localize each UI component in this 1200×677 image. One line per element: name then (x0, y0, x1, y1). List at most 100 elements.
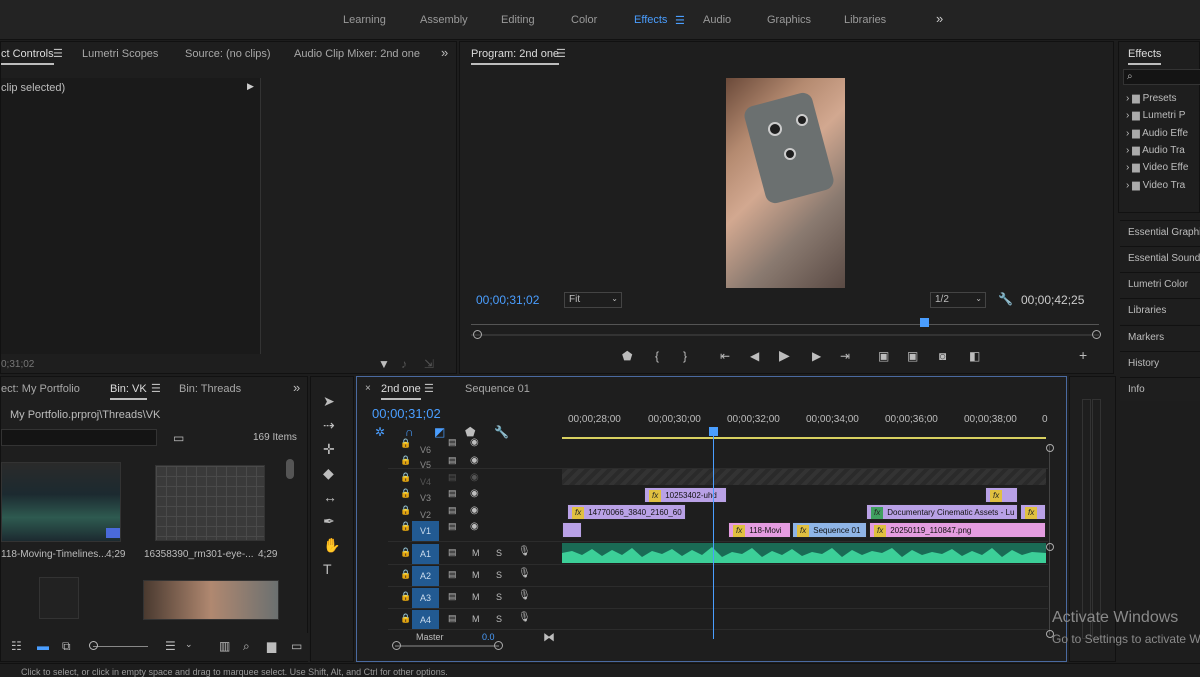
close-icon[interactable]: × (365, 383, 371, 394)
work-area-bar[interactable] (562, 437, 1046, 439)
play-icon[interactable]: ▶ (779, 347, 790, 364)
sync-lock-icon[interactable]: ▤ (448, 488, 457, 499)
solo-button[interactable]: S (496, 570, 502, 580)
filter-icon[interactable]: ▼ (378, 357, 390, 371)
sync-lock-icon[interactable]: ▤ (448, 613, 457, 624)
panel-essential-graphics[interactable]: Essential Graphic (1120, 220, 1200, 246)
lock-icon[interactable]: 🔒 (400, 455, 411, 466)
zoom-handle-right[interactable] (1092, 330, 1101, 339)
playhead-marker[interactable] (920, 318, 929, 327)
mark-in-icon[interactable]: { (655, 349, 659, 363)
resolution-dropdown[interactable]: 1/2 ⌄ (930, 292, 986, 308)
step-back-icon[interactable]: ◀ (750, 349, 759, 363)
panel-libraries[interactable]: Libraries (1120, 298, 1200, 324)
tab-bin-threads[interactable]: Bin: Threads (179, 383, 241, 395)
sync-lock-icon[interactable]: ▤ (448, 547, 457, 558)
solo-button[interactable]: S (496, 548, 502, 558)
list-view-icon[interactable]: ☷ (11, 639, 22, 653)
audio-clip-a1[interactable] (562, 543, 1046, 563)
step-forward-icon[interactable]: ▶ (812, 349, 821, 363)
clip-v1-c[interactable]: fx Sequence 01 (792, 522, 867, 538)
effects-item-video-effects[interactable]: › ▆ Video Effe (1126, 162, 1188, 173)
chevron-down-icon[interactable]: ⌄ (185, 639, 193, 650)
program-monitor-title[interactable]: Program: 2nd one (471, 48, 560, 65)
lock-icon[interactable]: 🔒 (400, 505, 411, 516)
lock-icon[interactable]: 🔒 (400, 569, 411, 580)
panel-essential-sound[interactable]: Essential Sound (1120, 246, 1200, 272)
mark-out-icon[interactable]: } (683, 349, 687, 363)
tab-sequence-01[interactable]: Sequence 01 (465, 383, 530, 395)
automate-icon[interactable]: ▥ (219, 639, 230, 653)
microphone-icon[interactable]: 🎙 (518, 546, 531, 557)
clip-v2[interactable]: fx 14770066_3840_2160_60 (567, 504, 686, 520)
clip-v3-b[interactable]: fx (985, 487, 1018, 503)
scroll-handle[interactable] (494, 641, 503, 650)
more-tabs-icon[interactable]: » (293, 380, 300, 395)
master-value[interactable]: 0.0 (482, 632, 495, 642)
sync-lock-icon[interactable]: ▤ (448, 505, 457, 516)
clip-v3[interactable]: fx 10253402-uhd (644, 487, 727, 503)
compare-icon[interactable]: ◧ (969, 349, 980, 363)
sync-lock-icon[interactable]: ▤ (448, 591, 457, 602)
zoom-handle-left[interactable] (473, 330, 482, 339)
slider-handle[interactable] (89, 641, 98, 650)
eye-icon[interactable]: ◉ (470, 437, 479, 448)
eye-icon[interactable]: ◉ (470, 505, 479, 516)
lock-icon[interactable]: 🔒 (400, 438, 411, 449)
add-button-icon[interactable]: + (1079, 347, 1087, 363)
zoom-fit-icon[interactable]: ⧓ (543, 630, 555, 644)
camera-icon[interactable]: ◙ (939, 349, 946, 363)
sort-icon[interactable]: ☰ (165, 639, 176, 653)
clip-v2-c[interactable]: fx (1020, 504, 1046, 520)
panel-lumetri-color[interactable]: Lumetri Color (1120, 272, 1200, 298)
panel-markers[interactable]: Markers (1120, 325, 1200, 351)
lock-icon[interactable]: 🔒 (400, 521, 411, 532)
tab-source[interactable]: Source: (no clips) (185, 48, 271, 60)
mute-button[interactable]: M (472, 592, 480, 602)
sync-lock-icon[interactable]: ▤ (448, 569, 457, 580)
sync-lock-icon[interactable]: ▤ (448, 455, 457, 466)
zoom-bar[interactable] (471, 334, 1099, 336)
thumb-size-slider[interactable] (93, 646, 148, 647)
panel-history[interactable]: History (1120, 351, 1200, 377)
timeline-timecode[interactable]: 00;00;31;02 (372, 406, 441, 421)
playhead-line[interactable] (713, 427, 714, 639)
tab-project[interactable]: ect: My Portfolio (1, 383, 80, 395)
more-tabs-icon[interactable]: » (441, 45, 448, 60)
search-icon[interactable]: ⌕ (243, 639, 250, 654)
scrub-ruler[interactable] (471, 324, 1099, 325)
workspace-effects[interactable]: Effects (634, 14, 667, 26)
extract-icon[interactable]: ▣ (907, 349, 918, 363)
project-thumbnail[interactable] (155, 465, 265, 541)
track-select-tool-icon[interactable]: ⇢ (323, 417, 335, 434)
project-search-input[interactable] (1, 429, 157, 446)
workspace-assembly[interactable]: Assembly (420, 14, 468, 26)
eye-icon[interactable]: ◉ (470, 488, 479, 499)
scroll-handle[interactable] (1046, 444, 1054, 452)
more-workspaces-icon[interactable]: » (936, 11, 943, 26)
project-thumbnail[interactable] (1, 462, 121, 542)
effects-item-video-transitions[interactable]: › ▆ Video Tra (1126, 180, 1185, 191)
track-label[interactable]: V1 (412, 521, 439, 541)
slip-tool-icon[interactable]: ↔ (323, 489, 337, 505)
wrench-icon[interactable]: 🔧 (998, 292, 1013, 306)
panel-info[interactable]: Info (1120, 377, 1200, 401)
workspace-audio[interactable]: Audio (703, 14, 731, 26)
mute-button[interactable]: M (472, 548, 480, 558)
clip-v1-b[interactable]: fx 118-Movi (728, 522, 791, 538)
workspace-editing[interactable]: Editing (501, 14, 535, 26)
microphone-icon[interactable]: 🎙 (518, 590, 531, 601)
go-to-in-icon[interactable]: ⇤ (720, 349, 730, 363)
sync-lock-icon[interactable]: ▤ (448, 521, 457, 532)
track-label[interactable]: A3 (412, 588, 439, 608)
microphone-icon[interactable]: 🎙 (518, 612, 531, 623)
track-label[interactable]: A4 (412, 610, 439, 630)
effects-title[interactable]: Effects (1128, 48, 1162, 65)
effects-search-input[interactable]: ⌕ (1123, 69, 1200, 85)
clip-v2-b[interactable]: fx Documentary Cinematic Assets - Lu (866, 504, 1018, 520)
sync-lock-icon[interactable]: ▤ (448, 437, 457, 448)
fit-dropdown[interactable]: Fit ⌄ (564, 292, 622, 308)
track-label[interactable]: A2 (412, 566, 439, 586)
panel-menu-icon[interactable]: ☰ (151, 382, 161, 395)
new-item-icon[interactable]: ▭ (291, 639, 302, 653)
